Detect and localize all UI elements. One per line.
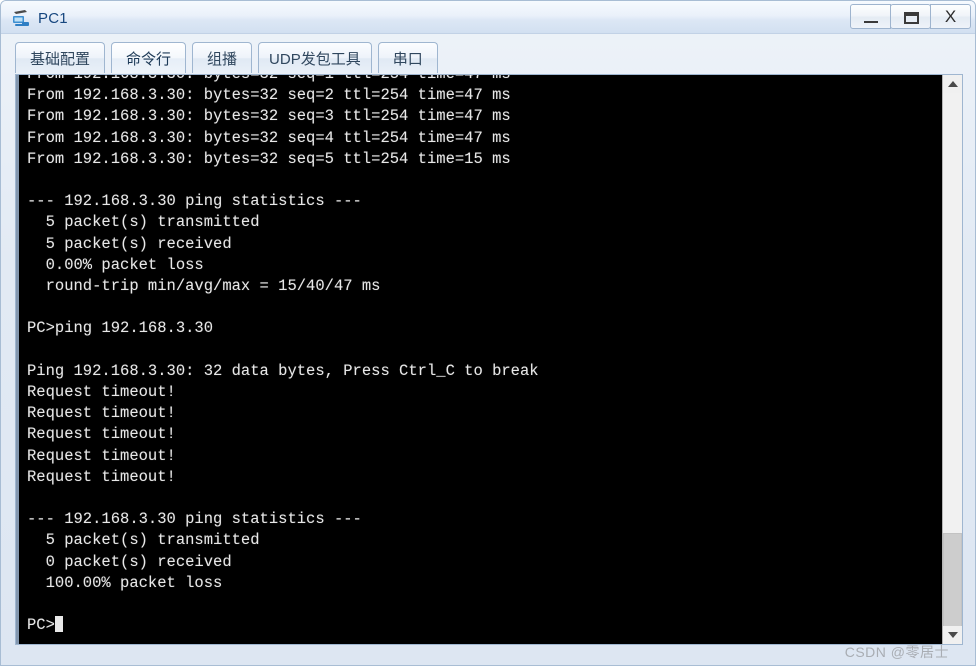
pc-device-icon <box>11 8 31 28</box>
tab-command-line[interactable]: 命令行 <box>111 42 187 73</box>
maximize-button[interactable] <box>890 4 931 29</box>
maximize-icon <box>904 12 919 24</box>
tab-udp-packet-tool[interactable]: UDP发包工具 <box>258 42 372 73</box>
chevron-up-icon <box>947 81 958 87</box>
watermark-text: CSDN @零居士 <box>844 644 949 660</box>
tab-label: 串口 <box>392 50 423 68</box>
pc1-window: PC1 X 基础配置 命令行 组播 UDP发包工具 串口 From 192.16… <box>0 0 976 666</box>
scroll-up-button[interactable] <box>943 75 962 93</box>
close-icon: X <box>944 6 957 26</box>
title-bar-left: PC1 <box>11 6 68 30</box>
tab-label: 基础配置 <box>30 50 91 68</box>
tab-bar: 基础配置 命令行 组播 UDP发包工具 串口 <box>15 42 444 75</box>
tab-multicast[interactable]: 组播 <box>192 42 253 73</box>
scrollbar-track[interactable] <box>943 93 962 643</box>
terminal-output: From 192.168.3.30: bytes=32 seq=1 ttl=25… <box>27 75 539 635</box>
tab-basic-config[interactable]: 基础配置 <box>15 42 106 73</box>
tab-label: 命令行 <box>126 50 172 68</box>
chevron-down-icon <box>947 632 958 638</box>
tab-label: 组播 <box>207 50 238 68</box>
minimize-icon <box>864 21 878 23</box>
terminal-panel: From 192.168.3.30: bytes=32 seq=1 ttl=25… <box>15 74 963 645</box>
window-title: PC1 <box>38 9 68 27</box>
window-controls: X <box>850 4 971 30</box>
terminal-console[interactable]: From 192.168.3.30: bytes=32 seq=1 ttl=25… <box>16 75 942 644</box>
terminal-caret <box>54 616 63 633</box>
tab-label: UDP发包工具 <box>269 50 361 68</box>
minimize-button[interactable] <box>850 4 891 29</box>
title-bar[interactable]: PC1 X <box>1 1 975 34</box>
terminal-scrollbar[interactable] <box>942 75 962 644</box>
close-button[interactable]: X <box>930 4 971 29</box>
tab-serial-port[interactable]: 串口 <box>377 42 438 73</box>
